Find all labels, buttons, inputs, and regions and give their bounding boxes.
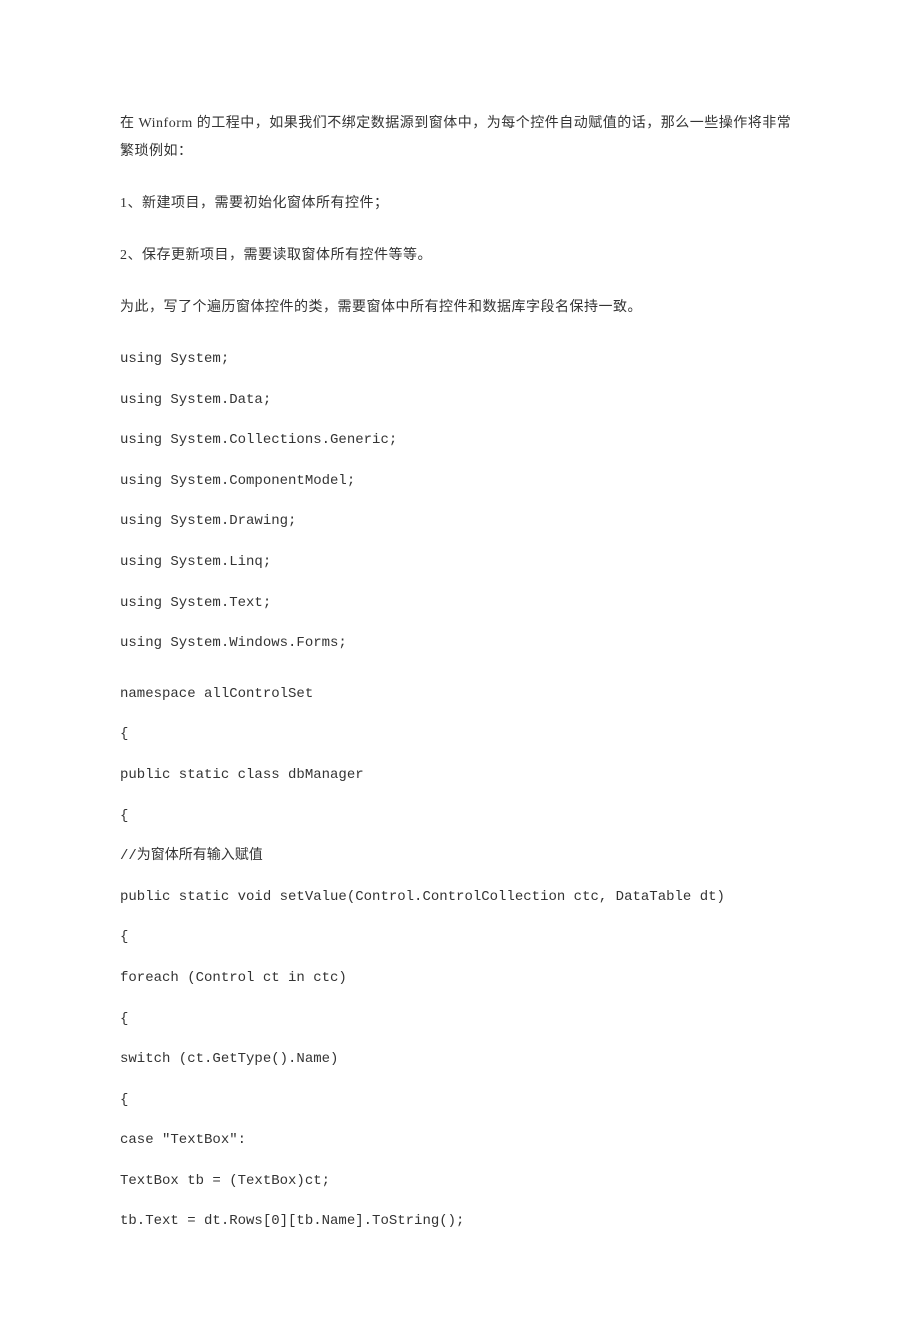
code-line-11: public static class dbManager [120, 762, 800, 789]
code-line-9: namespace allControlSet [120, 681, 800, 708]
code-line-5: using System.Drawing; [120, 508, 800, 535]
code-line-6: using System.Linq; [120, 549, 800, 576]
code-line-4: using System.ComponentModel; [120, 468, 800, 495]
code-line-15: { [120, 924, 800, 951]
code-line-16: foreach (Control ct in ctc) [120, 965, 800, 992]
code-line-2: using System.Data; [120, 387, 800, 414]
code-line-18: switch (ct.GetType().Name) [120, 1046, 800, 1073]
code-line-7: using System.Text; [120, 590, 800, 617]
code-line-21: TextBox tb = (TextBox)ct; [120, 1168, 800, 1195]
code-line-19: { [120, 1087, 800, 1114]
code-line-14: public static void setValue(Control.Cont… [120, 884, 800, 911]
code-line-8: using System.Windows.Forms; [120, 630, 800, 657]
intro-paragraph-3: 2、保存更新项目，需要读取窗体所有控件等等。 [120, 242, 800, 270]
code-line-22: tb.Text = dt.Rows[0][tb.Name].ToString()… [120, 1208, 800, 1235]
code-line-3: using System.Collections.Generic; [120, 427, 800, 454]
code-line-20: case "TextBox": [120, 1127, 800, 1154]
code-line-10: { [120, 721, 800, 748]
intro-paragraph-1: 在 Winform 的工程中，如果我们不绑定数据源到窗体中，为每个控件自动赋值的… [120, 110, 800, 166]
intro-paragraph-2: 1、新建项目，需要初始化窗体所有控件； [120, 190, 800, 218]
intro-paragraph-4: 为此，写了个遍历窗体控件的类，需要窗体中所有控件和数据库字段名保持一致。 [120, 294, 800, 322]
code-line-12: { [120, 803, 800, 830]
code-line-17: { [120, 1006, 800, 1033]
code-line-13: //为窗体所有输入赋值 [120, 843, 800, 870]
code-line-1: using System; [120, 346, 800, 373]
